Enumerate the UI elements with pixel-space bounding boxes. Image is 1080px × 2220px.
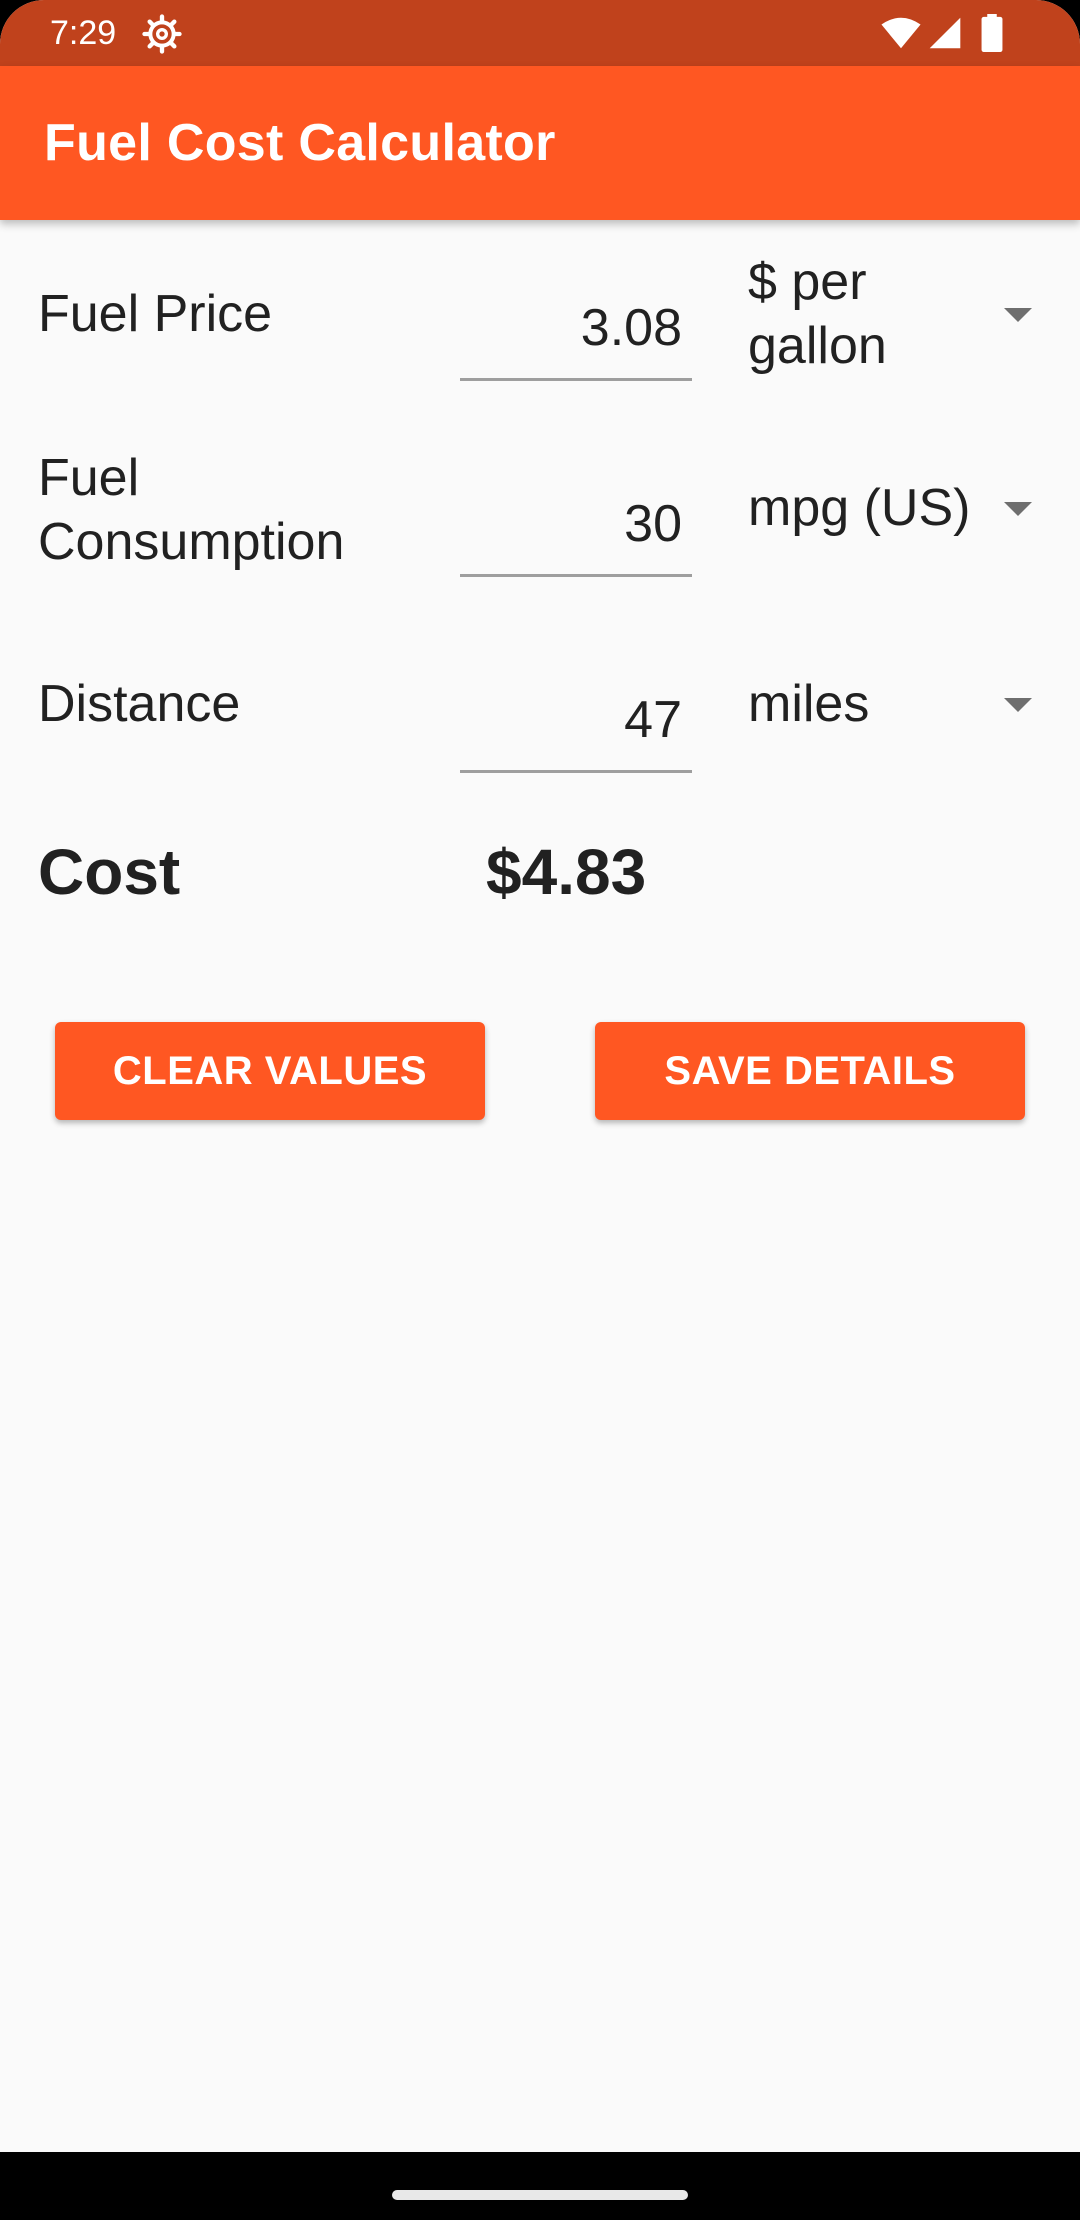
chevron-down-icon (1004, 308, 1032, 322)
fuel-price-field[interactable] (460, 278, 692, 381)
app-screen: 7:29 Fuel Cost Calculator Fuel Price 3.0… (0, 0, 1080, 2220)
fuel-price-unit-text: $ per gallon (748, 253, 887, 375)
app-title: Fuel Cost Calculator (44, 114, 556, 172)
fuel-consumption-label: Fuel Consumption (38, 449, 345, 571)
chevron-down-icon (1004, 502, 1032, 516)
distance-input[interactable] (472, 690, 682, 750)
distance-unit-text: miles (748, 675, 870, 733)
navigation-bar (0, 2152, 1080, 2220)
app-bar: Fuel Cost Calculator (0, 66, 1080, 220)
fuel-price-input[interactable] (472, 298, 682, 358)
fuel-consumption-input[interactable] (472, 494, 682, 554)
distance-label: Distance (38, 675, 241, 733)
home-handle[interactable] (392, 2190, 688, 2200)
cost-value: $4.83 (486, 836, 647, 908)
clear-values-button[interactable]: CLEAR VALUES (55, 1022, 485, 1120)
status-bar: 7:29 (0, 0, 1080, 66)
fuel-consumption-unit-dropdown[interactable]: mpg (US) (748, 476, 1048, 606)
chevron-down-icon (1004, 698, 1032, 712)
settings-icon (142, 14, 182, 54)
fuel-price-label: Fuel Price (38, 285, 273, 343)
battery-icon (981, 14, 1003, 52)
fuel-price-unit-dropdown[interactable]: $ per gallon (748, 250, 1048, 380)
status-time: 7:29 (50, 14, 117, 52)
signal-icon (929, 17, 961, 49)
distance-unit-dropdown[interactable]: miles (748, 672, 1048, 802)
fuel-consumption-field[interactable] (460, 474, 692, 577)
fuel-consumption-unit-text: mpg (US) (748, 479, 971, 537)
wifi-icon (881, 17, 921, 49)
distance-field[interactable] (460, 670, 692, 773)
cost-label: Cost (38, 836, 181, 908)
save-details-button[interactable]: SAVE DETAILS (595, 1022, 1025, 1120)
